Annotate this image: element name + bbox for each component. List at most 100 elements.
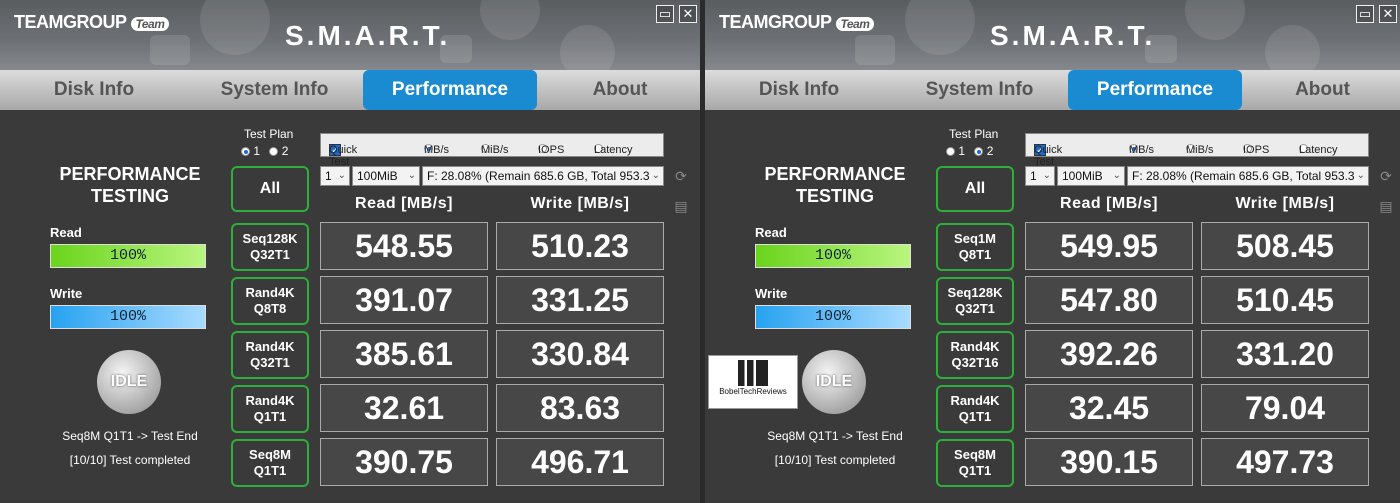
app-title: S.M.A.R.T. (285, 20, 451, 51)
test-plan-radio-1[interactable] (946, 147, 955, 157)
drive-select[interactable]: F: 28.08% (Remain 685.6 GB, Total 953.3 ⌄ (422, 166, 664, 186)
tab-disk-info[interactable]: Disk Info (705, 70, 893, 110)
all-button[interactable]: All (231, 166, 309, 212)
status-line-2: [10/10] Test completed (69, 453, 191, 467)
write-label: Write (755, 286, 788, 301)
smart-window-right: TEAMGROUP Team S.M.A.R.T. ▭ ✕ Disk Info S… (705, 0, 1400, 503)
tab-about[interactable]: About (1245, 70, 1400, 110)
write-value-row-4: 83.63 (496, 384, 664, 432)
read-value-row-4: 32.45 (1025, 384, 1193, 432)
close-button[interactable]: ✕ (1379, 5, 1397, 23)
tab-system-info[interactable]: System Info (897, 70, 1062, 110)
bobeltechreviews-watermark: BobelTechReviews (708, 355, 798, 409)
drive-select[interactable]: F: 28.08% (Remain 685.6 GB, Total 953.3 ⌄ (1127, 166, 1369, 186)
performance-testing-title: PERFORMANCE TESTING (764, 164, 906, 206)
test-button-row-1[interactable]: Seq1M Q8T1 (936, 223, 1014, 271)
status-line-2: [10/10] Test completed (774, 453, 896, 467)
refresh-icon[interactable]: ⟳ (673, 168, 689, 184)
app-title: S.M.A.R.T. (990, 20, 1156, 51)
write-value-row-5: 497.73 (1201, 438, 1369, 486)
test-button-row-5[interactable]: Seq8M Q1T1 (231, 439, 309, 487)
tab-performance[interactable]: Performance (1068, 70, 1242, 110)
write-value-row-3: 331.20 (1201, 330, 1369, 378)
read-value-row-1: 548.55 (320, 222, 488, 270)
header: TEAMGROUP Team S.M.A.R.T. ▭ ✕ (705, 0, 1400, 70)
read-progress-bar: 100% (50, 244, 206, 268)
test-button-row-1[interactable]: Seq128K Q32T1 (231, 223, 309, 271)
read-value-row-1: 549.95 (1025, 222, 1193, 270)
chevron-down-icon: ⌄ (337, 170, 346, 181)
idle-button[interactable]: IDLE (97, 350, 161, 414)
options-bar: ✓ Quick Test MB/s MiB/s IOPS Latency (1025, 133, 1369, 168)
options-bar: ✓ Quick Test MB/s MiB/s IOPS Latency (320, 133, 664, 168)
test-plan-option-2-label: 2 (986, 144, 994, 158)
test-plan-radio-2[interactable] (974, 147, 984, 157)
size-select[interactable]: 100MiB ⌄ (1057, 166, 1125, 186)
read-value-row-3: 392.26 (1025, 330, 1193, 378)
write-column-header: Write [MB/s] (1235, 195, 1335, 212)
document-icon[interactable]: ▤ (1378, 198, 1394, 214)
header: TEAMGROUP Team S.M.A.R.T. ▭ ✕ (0, 0, 700, 70)
chevron-down-icon: ⌄ (1042, 170, 1051, 181)
read-value-row-2: 547.80 (1025, 276, 1193, 324)
read-value-row-5: 390.75 (320, 438, 488, 486)
chevron-down-icon: ⌄ (651, 170, 660, 181)
write-value-row-2: 510.45 (1201, 276, 1369, 324)
test-button-row-2[interactable]: Seq128K Q32T1 (936, 277, 1014, 325)
write-value-row-3: 330.84 (496, 330, 664, 378)
write-progress-bar: 100% (50, 305, 206, 329)
test-button-row-5[interactable]: Seq8M Q1T1 (936, 439, 1014, 487)
test-plan-option-1-label: 1 (253, 144, 261, 158)
test-plan-label: Test Plan (244, 127, 294, 141)
write-label: Write (50, 286, 83, 301)
read-label: Read (50, 225, 82, 240)
teamgroup-logo: TEAMGROUP Team (719, 12, 875, 33)
read-value-row-5: 390.15 (1025, 438, 1193, 486)
tab-disk-info[interactable]: Disk Info (0, 70, 188, 110)
document-icon[interactable]: ▤ (673, 198, 689, 214)
test-plan-radio-1[interactable] (241, 147, 250, 157)
tab-bar: Disk Info System Info Performance About (705, 70, 1400, 110)
test-plan-option-2-label: 2 (281, 144, 289, 158)
tab-performance[interactable]: Performance (363, 70, 537, 110)
status-line-1: Seq8M Q1T1 -> Test End (767, 429, 903, 443)
minimize-button[interactable]: ▭ (1356, 5, 1374, 23)
tab-about[interactable]: About (540, 70, 700, 110)
test-plan-options: 1 2 (946, 144, 993, 158)
read-column-header: Read [MB/s] (1060, 195, 1158, 212)
test-button-row-4[interactable]: Rand4K Q1T1 (231, 385, 309, 433)
teamgroup-logo: TEAMGROUP Team (14, 12, 170, 33)
tab-bar: Disk Info System Info Performance About (0, 70, 700, 110)
test-button-row-4[interactable]: Rand4K Q1T1 (936, 385, 1014, 433)
write-column-header: Write [MB/s] (530, 195, 630, 212)
size-select[interactable]: 100MiB ⌄ (352, 166, 420, 186)
chevron-down-icon: ⌄ (1112, 170, 1121, 181)
status-line-1: Seq8M Q1T1 -> Test End (62, 429, 198, 443)
tab-system-info[interactable]: System Info (192, 70, 357, 110)
smart-window-left: TEAMGROUP Team S.M.A.R.T. ▭ ✕ Disk Info S… (0, 0, 700, 503)
read-value-row-4: 32.61 (320, 384, 488, 432)
test-button-row-2[interactable]: Rand4K Q8T8 (231, 277, 309, 325)
count-select[interactable]: 1 ⌄ (320, 166, 350, 186)
read-value-row-2: 391.07 (320, 276, 488, 324)
test-plan-options: 1 2 (241, 144, 288, 158)
test-button-row-3[interactable]: Rand4K Q32T1 (231, 331, 309, 379)
write-value-row-2: 331.25 (496, 276, 664, 324)
refresh-icon[interactable]: ⟳ (1378, 168, 1394, 184)
test-plan-label: Test Plan (949, 127, 999, 141)
test-plan-radio-2[interactable] (269, 147, 279, 157)
test-plan-option-1-label: 1 (958, 144, 966, 158)
close-button[interactable]: ✕ (679, 5, 697, 23)
test-button-row-3[interactable]: Rand4K Q32T16 (936, 331, 1014, 379)
read-progress-bar: 100% (755, 244, 911, 268)
write-value-row-1: 508.45 (1201, 222, 1369, 270)
read-column-header: Read [MB/s] (355, 195, 453, 212)
count-select[interactable]: 1 ⌄ (1025, 166, 1055, 186)
read-label: Read (755, 225, 787, 240)
write-value-row-4: 79.04 (1201, 384, 1369, 432)
idle-button[interactable]: IDLE (802, 350, 866, 414)
chevron-down-icon: ⌄ (1356, 170, 1365, 181)
minimize-button[interactable]: ▭ (656, 5, 674, 23)
all-button[interactable]: All (936, 166, 1014, 212)
write-progress-bar: 100% (755, 305, 911, 329)
